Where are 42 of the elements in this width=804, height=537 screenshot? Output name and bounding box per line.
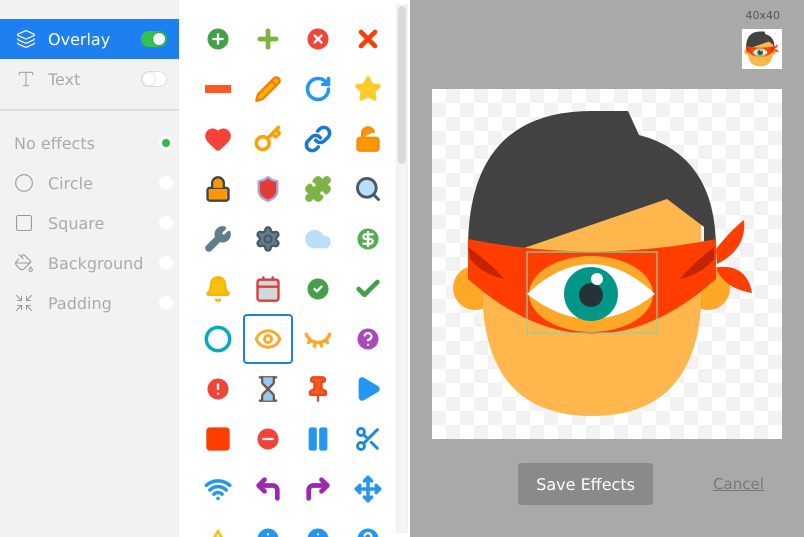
effect-label: Background <box>48 254 144 272</box>
icon-tile[interactable] <box>243 314 293 364</box>
effect-label: Padding <box>48 294 113 312</box>
turn-left-arrow-icon <box>254 475 282 503</box>
star-icon <box>354 75 382 103</box>
rotate-arrow-icon <box>304 75 332 103</box>
layer-label: Text <box>48 70 82 88</box>
pencil-icon <box>254 75 282 103</box>
padlock-icon <box>204 175 232 203</box>
effect-label: Square <box>48 214 106 232</box>
paint-bucket-icon <box>14 253 34 273</box>
effect-label: No effects <box>14 134 96 152</box>
toggle-switch[interactable] <box>141 31 167 47</box>
circle-icon <box>14 173 34 193</box>
square-icon <box>14 213 34 233</box>
avatar-thumbnail-drawing <box>744 32 779 66</box>
save-effects-button[interactable]: Save Effects <box>518 463 654 505</box>
layer-tab[interactable]: Text <box>0 59 179 99</box>
layer-label: Overlay <box>48 30 112 48</box>
text-icon <box>16 69 36 89</box>
calendar-icon <box>254 275 282 303</box>
unlocked-padlock-icon <box>354 125 382 153</box>
shrink-arrows-icon <box>14 293 34 313</box>
stop-icon <box>204 425 232 453</box>
scissors-icon <box>354 425 382 453</box>
link-icon <box>304 125 332 153</box>
effect-label: Circle <box>48 174 94 192</box>
search-icon <box>354 175 382 203</box>
settings-icon <box>254 225 282 253</box>
scrollbar-thumb[interactable] <box>398 6 406 164</box>
size-label: 40x40 <box>745 9 780 22</box>
radio-button[interactable] <box>159 136 173 150</box>
move-arrows-icon <box>354 475 382 503</box>
key-icon <box>254 125 282 153</box>
wrench-icon <box>204 225 232 253</box>
minus-icon <box>205 85 231 93</box>
layer-tab[interactable]: Overlay <box>0 19 179 59</box>
bell-icon <box>204 275 232 303</box>
turn-right-arrow-icon <box>304 475 332 503</box>
layers-icon <box>16 29 36 49</box>
scrollbar[interactable] <box>396 4 408 533</box>
puzzle-piece-icon <box>304 175 332 203</box>
